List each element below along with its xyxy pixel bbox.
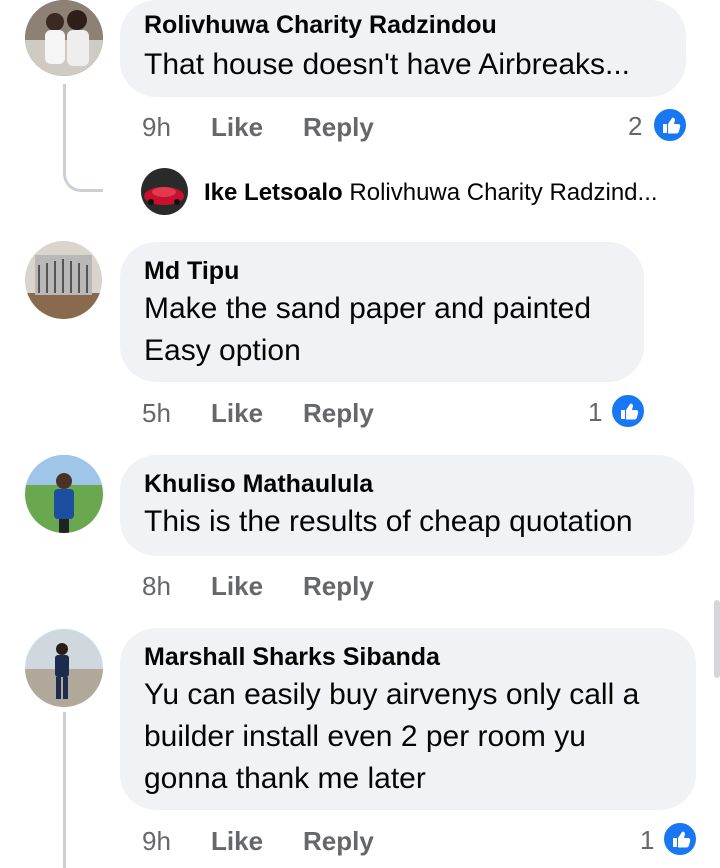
scrollbar[interactable] [714,600,720,678]
comment-bubble: Rolivhuwa Charity Radzindou That house d… [120,0,686,97]
comment-timestamp[interactable]: 9h [142,826,171,856]
comment-text: That house doesn't have Airbreaks... [144,48,631,81]
reply-button[interactable]: Reply [303,112,374,142]
reaction-count[interactable]: 1 [588,397,602,427]
comment-text: Make the sand paper and painted [144,292,591,325]
like-button[interactable]: Like [211,398,263,428]
comment-text: builder install even 2 per room yu [144,720,586,753]
comment-timestamp[interactable]: 9h [142,112,171,142]
comment-timestamp[interactable]: 5h [142,398,171,428]
reply-author[interactable]: Ike Letsoalo [204,179,343,206]
reply-thread-curve [63,170,103,192]
comment-text: Easy option [144,334,301,367]
reply-thread-line [63,84,66,176]
avatar[interactable] [141,168,188,215]
reply-preview[interactable]: Ike Letsoalo Rolivhuwa Charity Radzind..… [204,178,658,208]
comment-author[interactable]: Khuliso Mathaulula [144,469,670,499]
avatar[interactable] [25,455,103,533]
like-reaction-icon [610,393,646,429]
reply-snippet: Rolivhuwa Charity Radzind... [349,179,658,206]
reply-button[interactable]: Reply [303,398,374,428]
avatar[interactable] [25,241,102,319]
like-reaction-icon [652,107,688,143]
comment-bubble: Khuliso Mathaulula This is the results o… [120,455,694,556]
comment-timestamp[interactable]: 8h [142,571,171,601]
avatar[interactable] [25,0,103,76]
comment-bubble: Marshall Sharks Sibanda Yu can easily bu… [120,628,696,810]
comment-author[interactable]: Rolivhuwa Charity Radzindou [144,10,662,40]
like-button[interactable]: Like [211,826,263,856]
comment-bubble: Md Tipu Make the sand paper and painted … [120,242,644,382]
like-reaction-icon [662,821,698,857]
reaction-count[interactable]: 1 [640,825,654,855]
like-button[interactable]: Like [211,112,263,142]
comment-author[interactable]: Marshall Sharks Sibanda [144,642,672,672]
avatar[interactable] [25,629,103,707]
reply-button[interactable]: Reply [303,826,374,856]
comment-author[interactable]: Md Tipu [144,256,620,286]
reaction-count[interactable]: 2 [628,111,642,141]
reply-thread-line [63,712,66,868]
comment-text: Yu can easily buy airvenys only call a [144,678,640,711]
reply-button[interactable]: Reply [303,571,374,601]
like-button[interactable]: Like [211,571,263,601]
comment-text: This is the results of cheap quotation [144,505,633,538]
comment-text: gonna thank me later [144,762,426,795]
